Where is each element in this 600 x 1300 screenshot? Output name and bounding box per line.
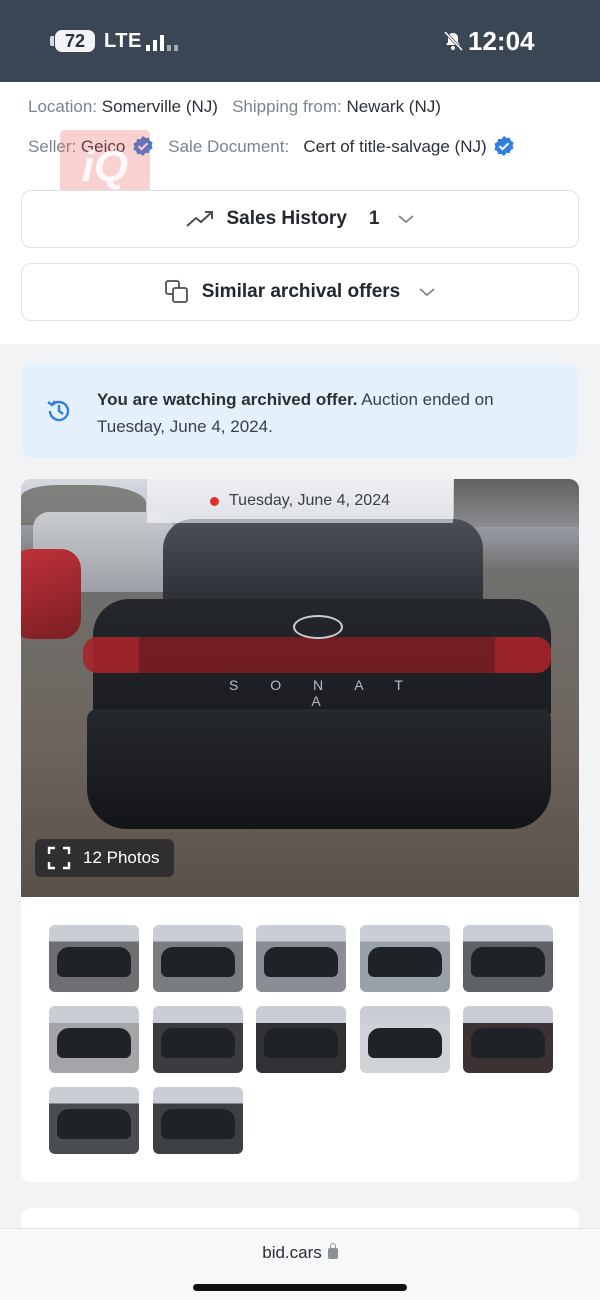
location-label: Location:: [28, 97, 97, 116]
archived-notice-text: You are watching archived offer. Auction…: [97, 386, 517, 440]
url-display[interactable]: bid.cars: [0, 1243, 600, 1263]
history-icon: [47, 400, 70, 422]
photo-thumbnail[interactable]: [49, 925, 139, 992]
clock: 12:04: [468, 26, 535, 56]
chevron-down-icon: [419, 288, 435, 297]
photo-thumbnail[interactable]: [152, 925, 243, 992]
shipping-label: Shipping from:: [232, 97, 342, 116]
sale-document-value: Cert of title-salvage (NJ): [303, 137, 487, 156]
sales-history-count: 1: [368, 208, 380, 229]
chevron-down-icon: [398, 215, 415, 224]
sales-history-accordion[interactable]: Sales History 1: [21, 190, 579, 248]
photos-count-label: 12 Photos: [83, 848, 160, 867]
photo-thumbnail[interactable]: [49, 1087, 139, 1154]
thumbnail-grid: [21, 897, 579, 1182]
url-text: bid.cars: [262, 1243, 322, 1262]
location-row: Location: Somerville (NJ) Shipping from:…: [28, 97, 441, 117]
live-dot-icon: [210, 496, 219, 506]
copy-icon: [164, 280, 188, 303]
signal-icon: [146, 35, 178, 51]
photo-thumbnail[interactable]: [463, 1006, 553, 1073]
status-bar: 72 LTE 12:04: [0, 0, 600, 82]
auction-date-pill: Tuesday, June 4, 2024: [147, 479, 453, 523]
photo-thumbnail[interactable]: [359, 1006, 450, 1073]
photo-thumbnail[interactable]: [152, 1087, 243, 1154]
fullscreen-icon: [47, 846, 71, 870]
vehicle-image: S O N A T A: [83, 519, 555, 839]
battery-level: 72: [55, 30, 95, 52]
photo-thumbnail[interactable]: [463, 925, 553, 992]
browser-address-bar[interactable]: bid.cars: [0, 1228, 600, 1300]
main-photo[interactable]: S O N A T A Tuesday, June 4, 2024 12 Pho…: [21, 479, 579, 897]
photo-thumbnail[interactable]: [256, 1006, 346, 1073]
photo-thumbnail[interactable]: [256, 925, 346, 992]
brand-logo: [293, 615, 343, 639]
car-badge-text: S O N A T A: [229, 677, 417, 709]
similar-offers-accordion[interactable]: Similar archival offers: [21, 263, 579, 321]
bell-muted-icon: [443, 30, 464, 52]
background-red-car: [21, 549, 81, 639]
lock-icon: [327, 1243, 338, 1259]
listing-info-card: Location: Somerville (NJ) Shipping from:…: [0, 82, 600, 344]
battery-indicator: 72: [50, 29, 95, 53]
location-value: Somerville (NJ): [101, 97, 218, 116]
auction-date: Tuesday, June 4, 2024: [229, 492, 390, 509]
trending-up-icon: [185, 211, 213, 227]
photo-thumbnail[interactable]: [49, 1006, 139, 1073]
photo-thumbnail[interactable]: [359, 925, 450, 992]
sale-document-label: Sale Document:: [168, 137, 290, 156]
similar-offers-label: Similar archival offers: [201, 281, 401, 302]
sales-history-label: Sales History: [226, 208, 347, 229]
archived-offer-notice: You are watching archived offer. Auction…: [22, 364, 578, 458]
shipping-value: Newark (NJ): [346, 97, 441, 116]
home-indicator[interactable]: [193, 1284, 407, 1291]
photos-button[interactable]: 12 Photos: [35, 839, 174, 877]
verified-badge-icon: [494, 136, 514, 156]
network-type: LTE: [104, 30, 142, 52]
photo-thumbnail[interactable]: [152, 1006, 243, 1073]
archived-notice-bold: You are watching archived offer.: [97, 390, 358, 409]
